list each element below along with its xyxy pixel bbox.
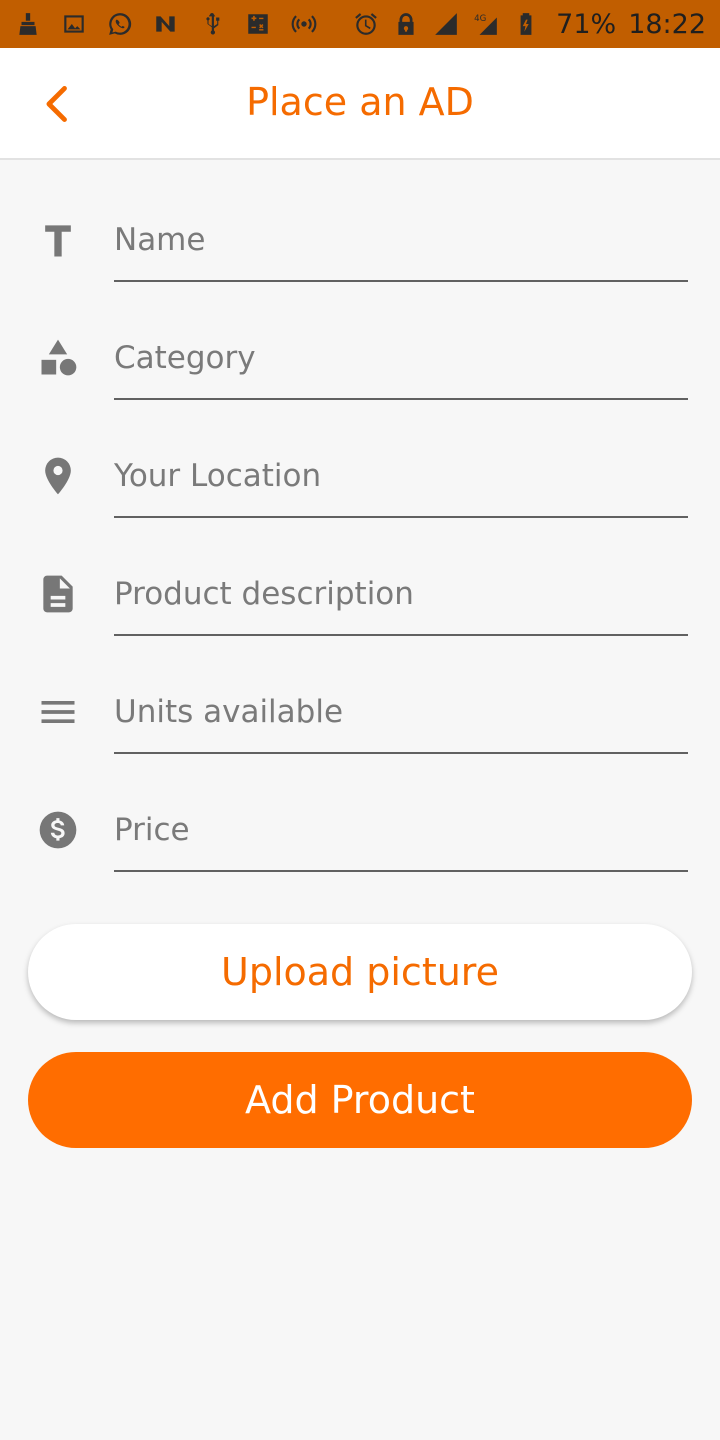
app-bar: Place an AD — [0, 48, 720, 160]
category-row — [0, 298, 720, 416]
category-underline — [114, 398, 688, 400]
description-row — [0, 534, 720, 652]
name-underline — [114, 280, 688, 282]
hotspot-icon — [290, 10, 318, 38]
text-icon — [34, 216, 82, 264]
category-shapes-icon — [34, 334, 82, 382]
signal-icon — [432, 10, 460, 38]
cleaner-icon — [14, 10, 42, 38]
description-underline — [114, 634, 688, 636]
calculator-icon — [244, 10, 272, 38]
alarm-icon — [352, 10, 380, 38]
units-underline — [114, 752, 688, 754]
units-input[interactable] — [114, 682, 688, 742]
description-input[interactable] — [114, 564, 688, 624]
price-underline — [114, 870, 688, 872]
lock-icon — [392, 10, 420, 38]
name-input[interactable] — [114, 210, 688, 270]
list-lines-icon — [34, 688, 82, 736]
location-pin-icon — [34, 452, 82, 500]
upload-picture-button[interactable]: Upload picture — [28, 924, 692, 1020]
svg-text:4G: 4G — [474, 14, 486, 24]
price-row — [0, 770, 720, 888]
signal-4g-icon: 4G — [472, 10, 500, 38]
status-bar: 4G 71% 18:22 — [0, 0, 720, 48]
location-input[interactable] — [114, 446, 688, 506]
clock-time: 18:22 — [628, 8, 706, 40]
price-input[interactable] — [114, 800, 688, 860]
category-input[interactable] — [114, 328, 688, 388]
add-product-button[interactable]: Add Product — [28, 1052, 692, 1148]
dollar-icon — [34, 806, 82, 854]
whatsapp-icon — [106, 10, 134, 38]
usb-icon — [198, 10, 226, 38]
location-underline — [114, 516, 688, 518]
location-row — [0, 416, 720, 534]
name-row — [0, 180, 720, 298]
battery-icon — [512, 10, 540, 38]
units-row — [0, 652, 720, 770]
image-icon — [60, 10, 88, 38]
battery-percentage: 71% — [556, 8, 617, 40]
document-icon — [34, 570, 82, 618]
page-title: Place an AD — [246, 80, 474, 124]
n-icon — [152, 10, 180, 38]
